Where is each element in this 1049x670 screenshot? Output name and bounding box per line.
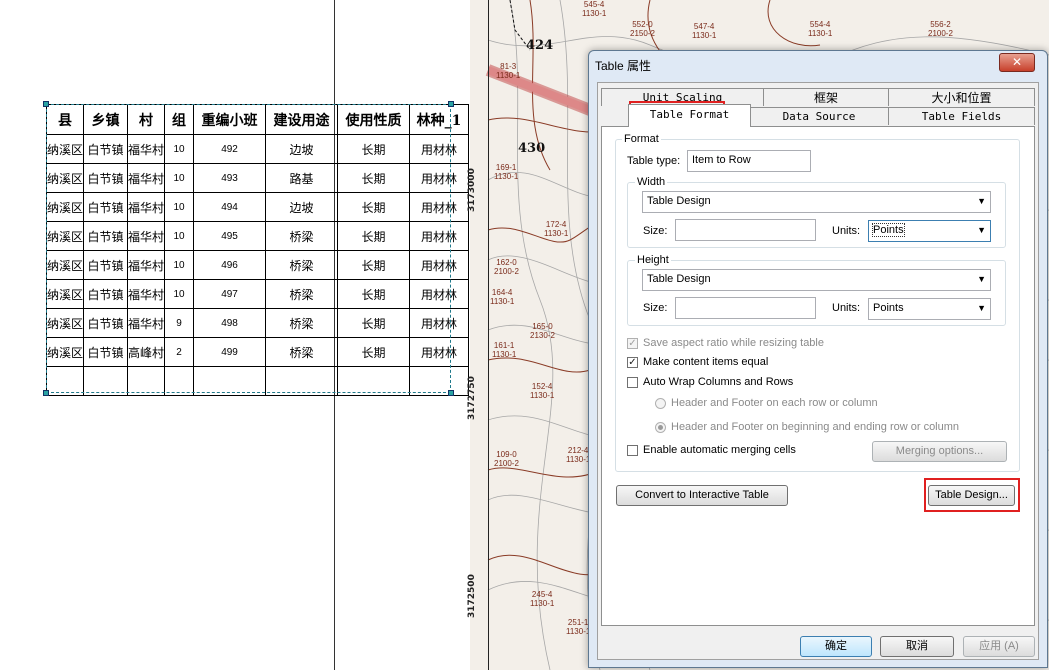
tab-size-position[interactable]: 大小和位置 <box>888 88 1035 106</box>
parcel-label: 162-0 2100-2 <box>494 258 519 276</box>
height-units-label: Units: <box>832 302 861 314</box>
parcel-label: 547-4 1130-1 <box>692 22 717 40</box>
tab-data-source[interactable]: Data Source <box>749 107 889 125</box>
convert-interactive-table-button[interactable]: Convert to Interactive Table <box>616 485 788 506</box>
chevron-down-icon: ▼ <box>977 196 986 206</box>
parcel-label: 556-2 2100-2 <box>928 20 953 38</box>
parcel-label: 245-4 1130-1 <box>530 590 555 608</box>
tab-frame[interactable]: 框架 <box>763 88 889 106</box>
parcel-label: 251-1 1130-1 <box>566 618 591 636</box>
y-coordinate-label: 3172750 <box>467 376 477 420</box>
height-mode-select[interactable]: Table Design ▼ <box>642 269 991 291</box>
parcel-label: 545-4 1130-1 <box>582 0 607 18</box>
width-mode-value: Table Design <box>647 195 711 207</box>
save-aspect-checkbox[interactable]: ✓ <box>627 338 638 349</box>
header-footer-each-radio[interactable] <box>655 398 666 409</box>
close-button[interactable]: ✕ <box>999 53 1035 72</box>
parcel-label: 81-3 1130-1 <box>496 62 521 80</box>
ok-button[interactable]: 确定 <box>800 636 872 657</box>
resize-handle-bottom-left[interactable] <box>43 390 49 396</box>
resize-handle-top-right[interactable] <box>448 101 454 107</box>
y-coordinate-label: 3172500 <box>467 574 477 618</box>
width-units-value: Points <box>872 223 905 237</box>
chevron-down-icon: ▼ <box>977 225 986 235</box>
merging-options-button[interactable]: Merging options... <box>872 441 1007 462</box>
save-aspect-label: Save aspect ratio while resizing table <box>643 337 824 349</box>
tab-table-format[interactable]: Table Format <box>628 104 751 127</box>
width-size-input[interactable] <box>675 219 816 241</box>
auto-wrap-checkbox[interactable] <box>627 377 638 388</box>
parcel-label: 169-1 1130-1 <box>494 163 519 181</box>
parcel-label: 164-4 1130-1 <box>490 288 515 306</box>
auto-wrap-label: Auto Wrap Columns and Rows <box>643 376 794 388</box>
width-units-label: Units: <box>832 225 861 237</box>
height-size-label: Size: <box>643 302 668 314</box>
parcel-label: 172-4 1130-1 <box>544 220 569 238</box>
height-units-value: Points <box>873 302 904 314</box>
chevron-down-icon: ▼ <box>977 274 986 284</box>
dialog-title: Table 属性 <box>595 59 652 73</box>
chevron-down-icon: ▼ <box>977 303 986 313</box>
parcel-label: 161-1 1130-1 <box>492 341 517 359</box>
parcel-label: 109-0 2100-2 <box>494 450 519 468</box>
auto-merge-label: Enable automatic merging cells <box>643 444 796 456</box>
width-units-select[interactable]: Points ▼ <box>868 220 991 242</box>
header-footer-begin-end-radio[interactable] <box>655 422 666 433</box>
table-type-label: Table type: <box>627 155 681 167</box>
header-footer-each-label: Header and Footer on each row or column <box>671 397 878 409</box>
parcel-label: 552-0 2150-2 <box>630 20 655 38</box>
format-group-label: Format <box>622 133 661 145</box>
width-size-label: Size: <box>643 225 668 237</box>
table-design-button[interactable]: Table Design... <box>928 485 1015 506</box>
parcel-label: 554-4 1130-1 <box>808 20 833 38</box>
width-mode-select[interactable]: Table Design ▼ <box>642 191 991 213</box>
apply-button[interactable]: 应用 (A) <box>963 636 1035 657</box>
cancel-button[interactable]: 取消 <box>880 636 954 657</box>
parcel-number: 430 <box>518 141 546 156</box>
make-equal-label: Make content items equal <box>643 356 769 368</box>
parcel-label: 212-4 1130-1 <box>566 446 591 464</box>
height-units-select[interactable]: Points ▼ <box>868 298 991 320</box>
parcel-label: 165-0 2130-2 <box>530 322 555 340</box>
table-selection-frame[interactable] <box>46 104 451 393</box>
height-mode-value: Table Design <box>647 273 711 285</box>
auto-merge-checkbox[interactable] <box>627 445 638 456</box>
resize-handle-top-left[interactable] <box>43 101 49 107</box>
height-size-input[interactable] <box>675 297 816 319</box>
table-type-field[interactable]: Item to Row <box>687 150 811 172</box>
map-frame-line <box>488 0 489 670</box>
y-coordinate-label: 3173000 <box>467 168 477 212</box>
parcel-label: 152-4 1130-1 <box>530 382 555 400</box>
resize-handle-bottom-right[interactable] <box>448 390 454 396</box>
make-equal-checkbox[interactable]: ✓ <box>627 357 638 368</box>
tab-table-fields[interactable]: Table Fields <box>888 107 1035 125</box>
width-group-label: Width <box>635 176 668 188</box>
header-footer-begin-end-label: Header and Footer on beginning and endin… <box>671 421 960 433</box>
parcel-number: 424 <box>526 38 554 53</box>
height-group-label: Height <box>635 254 671 266</box>
